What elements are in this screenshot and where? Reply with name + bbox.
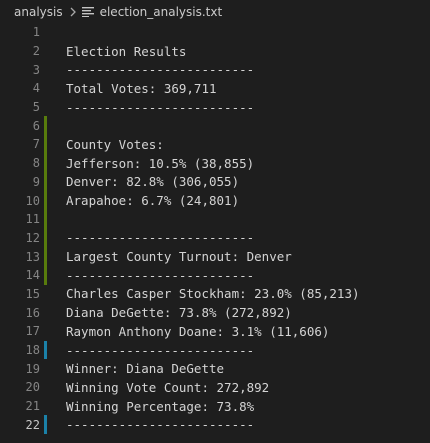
line-text: ------------------------- bbox=[66, 342, 255, 358]
editor-line[interactable]: 4 Total Votes: 369,711 bbox=[0, 79, 430, 98]
editor-line[interactable]: 7 County Votes: bbox=[0, 135, 430, 154]
line-number: 15 bbox=[25, 286, 40, 301]
editor-line[interactable]: 14 ------------------------- bbox=[0, 265, 430, 285]
modified-line-marker[interactable] bbox=[44, 153, 47, 173]
added-line-marker[interactable] bbox=[44, 415, 47, 435]
line-number: 20 bbox=[25, 380, 40, 395]
line-number: 22 bbox=[25, 417, 40, 432]
line-number: 5 bbox=[32, 100, 40, 115]
line-text: County Votes: bbox=[66, 136, 164, 152]
modified-line-marker[interactable] bbox=[44, 135, 47, 154]
line-number: 18 bbox=[25, 343, 40, 358]
line-number: 14 bbox=[25, 268, 40, 283]
line-number: 6 bbox=[32, 118, 40, 133]
editor-line[interactable]: 3 ------------------------- bbox=[0, 60, 430, 79]
line-text: Winning Percentage: 73.8% bbox=[66, 398, 255, 414]
line-text: ------------------------- bbox=[66, 230, 255, 246]
modified-line-marker[interactable] bbox=[44, 191, 47, 210]
breadcrumb-folder[interactable]: analysis bbox=[14, 5, 63, 19]
line-text: Total Votes: 369,711 bbox=[66, 80, 217, 96]
editor-line[interactable]: 13 Largest County Turnout: Denver bbox=[0, 247, 430, 266]
line-number: 4 bbox=[32, 81, 40, 96]
editor-line[interactable]: 15 Charles Casper Stockham: 23.0% (85,213… bbox=[0, 285, 430, 304]
chevron-right-icon bbox=[69, 7, 77, 17]
editor-line[interactable]: 8 Jefferson: 10.5% (38,855) bbox=[0, 153, 430, 173]
editor-line[interactable]: 21 Winning Percentage: 73.8% bbox=[0, 397, 430, 416]
editor-line[interactable]: 9 Denver: 82.8% (306,055) bbox=[0, 172, 430, 192]
line-number: 17 bbox=[25, 324, 40, 339]
line-text: ------------------------- bbox=[66, 417, 255, 433]
line-number: 3 bbox=[32, 62, 40, 77]
editor-line[interactable]: 1 bbox=[0, 23, 430, 42]
line-text: Jefferson: 10.5% (38,855) bbox=[66, 155, 255, 171]
editor-line[interactable]: 12 ------------------------- bbox=[0, 228, 430, 248]
modified-line-marker[interactable] bbox=[44, 228, 47, 248]
line-text: Diana DeGette: 73.8% (272,892) bbox=[66, 305, 292, 321]
added-line-marker[interactable] bbox=[44, 340, 47, 360]
line-text: Election Results bbox=[66, 43, 187, 59]
line-text: Winner: Diana DeGette bbox=[66, 361, 225, 377]
line-text: Denver: 82.8% (306,055) bbox=[66, 174, 240, 190]
text-editor[interactable]: 1 2 Election Results 3 -------------------… bbox=[0, 23, 430, 435]
line-number: 9 bbox=[32, 174, 40, 189]
line-number: 13 bbox=[25, 249, 40, 264]
line-number: 2 bbox=[32, 44, 40, 59]
line-number: 12 bbox=[25, 230, 40, 245]
modified-line-marker[interactable] bbox=[44, 116, 47, 136]
editor-line[interactable]: 6 bbox=[0, 116, 430, 136]
editor-line[interactable]: 19 Winner: Diana DeGette bbox=[0, 359, 430, 378]
modified-line-marker[interactable] bbox=[44, 209, 47, 229]
line-number: 10 bbox=[25, 193, 40, 208]
editor-line[interactable]: 20 Winning Vote Count: 272,892 bbox=[0, 378, 430, 397]
breadcrumb: analysis election_analysis.txt bbox=[0, 0, 430, 23]
line-number: 21 bbox=[25, 399, 40, 414]
modified-line-marker[interactable] bbox=[44, 247, 47, 266]
text-file-icon bbox=[81, 6, 94, 17]
line-number: 11 bbox=[25, 212, 40, 227]
line-text: Charles Casper Stockham: 23.0% (85,213) bbox=[66, 286, 360, 302]
line-text: Winning Vote Count: 272,892 bbox=[66, 379, 270, 395]
line-text: ------------------------- bbox=[66, 62, 255, 78]
editor-line[interactable]: 22 ------------------------- bbox=[0, 415, 430, 435]
line-text: Largest County Turnout: Denver bbox=[66, 249, 292, 265]
modified-line-marker[interactable] bbox=[44, 265, 47, 285]
editor-line[interactable]: 18 ------------------------- bbox=[0, 340, 430, 360]
editor-line[interactable]: 11 bbox=[0, 209, 430, 229]
editor-line[interactable]: 2 Election Results bbox=[0, 42, 430, 61]
line-number: 7 bbox=[32, 137, 40, 152]
breadcrumb-file[interactable]: election_analysis.txt bbox=[100, 5, 223, 19]
editor-line[interactable]: 10 Arapahoe: 6.7% (24,801) bbox=[0, 191, 430, 210]
line-text: ------------------------- bbox=[66, 99, 255, 115]
line-text: Raymon Anthony Doane: 3.1% (11,606) bbox=[66, 323, 330, 339]
line-number: 19 bbox=[25, 361, 40, 376]
line-number: 1 bbox=[32, 25, 40, 40]
modified-line-marker[interactable] bbox=[44, 172, 47, 192]
line-text: ------------------------- bbox=[66, 267, 255, 283]
line-number: 16 bbox=[25, 305, 40, 320]
editor-line[interactable]: 17 Raymon Anthony Doane: 3.1% (11,606) bbox=[0, 322, 430, 341]
editor-line[interactable]: 5 ------------------------- bbox=[0, 98, 430, 117]
line-text: Arapahoe: 6.7% (24,801) bbox=[66, 193, 240, 209]
editor-line[interactable]: 16 Diana DeGette: 73.8% (272,892) bbox=[0, 303, 430, 322]
line-number: 8 bbox=[32, 156, 40, 171]
